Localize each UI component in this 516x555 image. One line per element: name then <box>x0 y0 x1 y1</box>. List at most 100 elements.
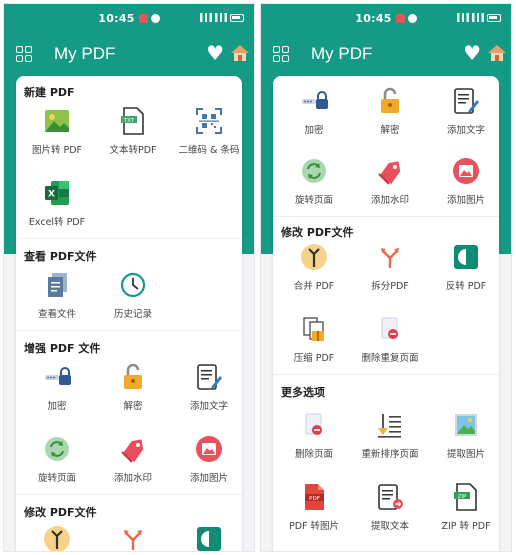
tool-label: PDF 转图片 <box>288 521 340 532</box>
tool-add-watermark[interactable]: 添加水印 <box>353 156 427 206</box>
home-icon[interactable] <box>230 43 250 63</box>
tool-delete-pages[interactable]: 删除页面 <box>277 410 351 460</box>
tool-compress-pdf[interactable]: 压缩 PDF <box>277 314 351 364</box>
home-icon[interactable] <box>487 43 507 63</box>
chat-icon <box>150 13 160 23</box>
sort-list-icon <box>378 414 401 438</box>
tag-icon <box>121 439 144 463</box>
tool-extract-text[interactable]: 提取文本 <box>353 482 427 532</box>
tool-add-image[interactable]: 添加图片 <box>172 434 242 484</box>
tool-merge-pdf[interactable] <box>20 524 94 551</box>
tool-label: 查看文件 <box>37 309 76 320</box>
delete-page-icon <box>305 413 322 435</box>
tool-decrypt[interactable]: 解密 <box>353 86 427 136</box>
tool-label: 合并 PDF <box>293 281 335 292</box>
unlock-icon <box>381 87 399 113</box>
tool-qr-barcode[interactable]: 二维码 & 条码 <box>172 106 242 156</box>
tool-extract-images[interactable]: 提取图片 <box>429 410 499 460</box>
qr-scan-icon <box>196 108 222 134</box>
tool-pdf-to-image[interactable]: PDF PDF 转图片 <box>277 482 351 532</box>
tool-rotate-pages[interactable]: 旋转页面 <box>277 156 351 206</box>
status-time: 10:45 <box>355 11 392 25</box>
tool-excel-to-pdf[interactable]: X Excel转 PDF <box>20 178 94 228</box>
divider <box>16 238 242 239</box>
tool-label: 添加文字 <box>446 125 485 136</box>
add-image-icon <box>196 436 222 462</box>
tool-label: 拆分PDF <box>371 281 409 292</box>
chat-icon <box>407 13 417 23</box>
divider <box>273 216 499 217</box>
tool-encrypt[interactable]: 加密 <box>20 362 94 412</box>
tool-text-to-pdf[interactable]: TXT 文本转PDF <box>96 106 170 156</box>
tool-image-to-pdf[interactable]: 图片转 PDF <box>20 106 94 156</box>
tool-label: 添加图片 <box>446 195 485 206</box>
svg-text:PDF: PDF <box>309 496 320 502</box>
tool-label: 解密 <box>380 125 400 136</box>
left-screen: 10:45 My PDF ♥ 新建 PDF 图片转 PDF TXT 文本转PDF… <box>3 3 255 552</box>
text-document-icon <box>378 484 403 510</box>
tool-label: 旋转页面 <box>294 195 333 206</box>
svg-text:X: X <box>48 190 55 200</box>
split-icon <box>381 248 399 268</box>
tool-label: 文本转PDF <box>109 145 157 156</box>
tool-add-text[interactable]: 添加文字 <box>172 362 242 412</box>
status-icons <box>200 13 244 22</box>
tool-label: 解密 <box>123 401 143 412</box>
tool-label: 添加文字 <box>189 401 228 412</box>
documents-icon <box>48 273 67 297</box>
signal-icon-2 <box>472 13 484 22</box>
edit-document-icon <box>454 88 479 114</box>
status-bar: 10:45 <box>4 4 254 32</box>
tool-decrypt[interactable]: 解密 <box>96 362 170 412</box>
app-bar: My PDF ♥ <box>261 38 511 72</box>
lock-icon <box>302 91 328 109</box>
tool-add-text[interactable]: 添加文字 <box>429 86 499 136</box>
signal-icon <box>200 13 212 22</box>
tool-label: 添加图片 <box>189 473 228 484</box>
tools-card: 加密 解密 添加文字 旋转页面 添加水印 添加图片 修改 PDF文件 合并 PD… <box>273 76 499 551</box>
compress-icon <box>303 317 324 341</box>
tool-label: ZIP 转 PDF <box>441 521 491 532</box>
tool-label: 重新排序页面 <box>361 449 419 460</box>
tool-rotate-pages[interactable]: 旋转页面 <box>20 434 94 484</box>
tool-add-watermark[interactable]: 添加水印 <box>96 434 170 484</box>
grid-menu-icon[interactable] <box>16 46 32 62</box>
tool-encrypt[interactable]: 加密 <box>277 86 351 136</box>
txt-file-icon: TXT <box>121 107 144 135</box>
tool-reorder-pages[interactable]: 重新排序页面 <box>353 410 427 460</box>
tool-remove-duplicates[interactable]: 删除重复页面 <box>353 314 427 364</box>
tool-add-image[interactable]: 添加图片 <box>429 156 499 206</box>
tool-split-pdf[interactable] <box>96 524 170 551</box>
svg-text:ZIP: ZIP <box>458 494 467 500</box>
tool-split-pdf[interactable]: 拆分PDF <box>353 242 427 292</box>
section-title-create: 新建 PDF <box>24 86 75 99</box>
favorites-heart-icon[interactable]: ♥ <box>463 42 481 64</box>
tool-label: Excel转 PDF <box>28 217 86 228</box>
status-time: 10:45 <box>98 11 135 25</box>
section-title-modify: 修改 PDF文件 <box>281 226 354 239</box>
lock-icon <box>45 367 71 385</box>
grid-menu-icon[interactable] <box>273 46 289 62</box>
tool-view-file[interactable]: 查看文件 <box>20 270 94 320</box>
tool-label: 压缩 PDF <box>293 353 335 364</box>
invert-icon <box>454 245 478 269</box>
tool-history[interactable]: 历史记录 <box>96 270 170 320</box>
tool-invert-pdf[interactable] <box>172 524 242 551</box>
add-image-icon <box>453 158 479 184</box>
notification-icon <box>138 13 148 23</box>
tools-card: 新建 PDF 图片转 PDF TXT 文本转PDF 二维码 & 条码 X Exc… <box>16 76 242 551</box>
battery-icon <box>487 13 501 22</box>
tool-label: 反转 PDF <box>445 281 487 292</box>
tool-label: 添加水印 <box>370 195 409 206</box>
clock-icon <box>120 272 146 298</box>
tool-label: 历史记录 <box>113 309 152 320</box>
tool-label: 添加水印 <box>113 473 152 484</box>
app-bar: My PDF ♥ <box>4 38 254 72</box>
notification-icon <box>395 13 405 23</box>
tool-invert-pdf[interactable]: 反转 PDF <box>429 242 499 292</box>
app-title: My PDF <box>311 44 373 63</box>
tool-label: 删除页面 <box>294 449 333 460</box>
tool-zip-to-pdf[interactable]: ZIP ZIP 转 PDF <box>429 482 499 532</box>
tool-merge-pdf[interactable]: 合并 PDF <box>277 242 351 292</box>
favorites-heart-icon[interactable]: ♥ <box>206 42 224 64</box>
